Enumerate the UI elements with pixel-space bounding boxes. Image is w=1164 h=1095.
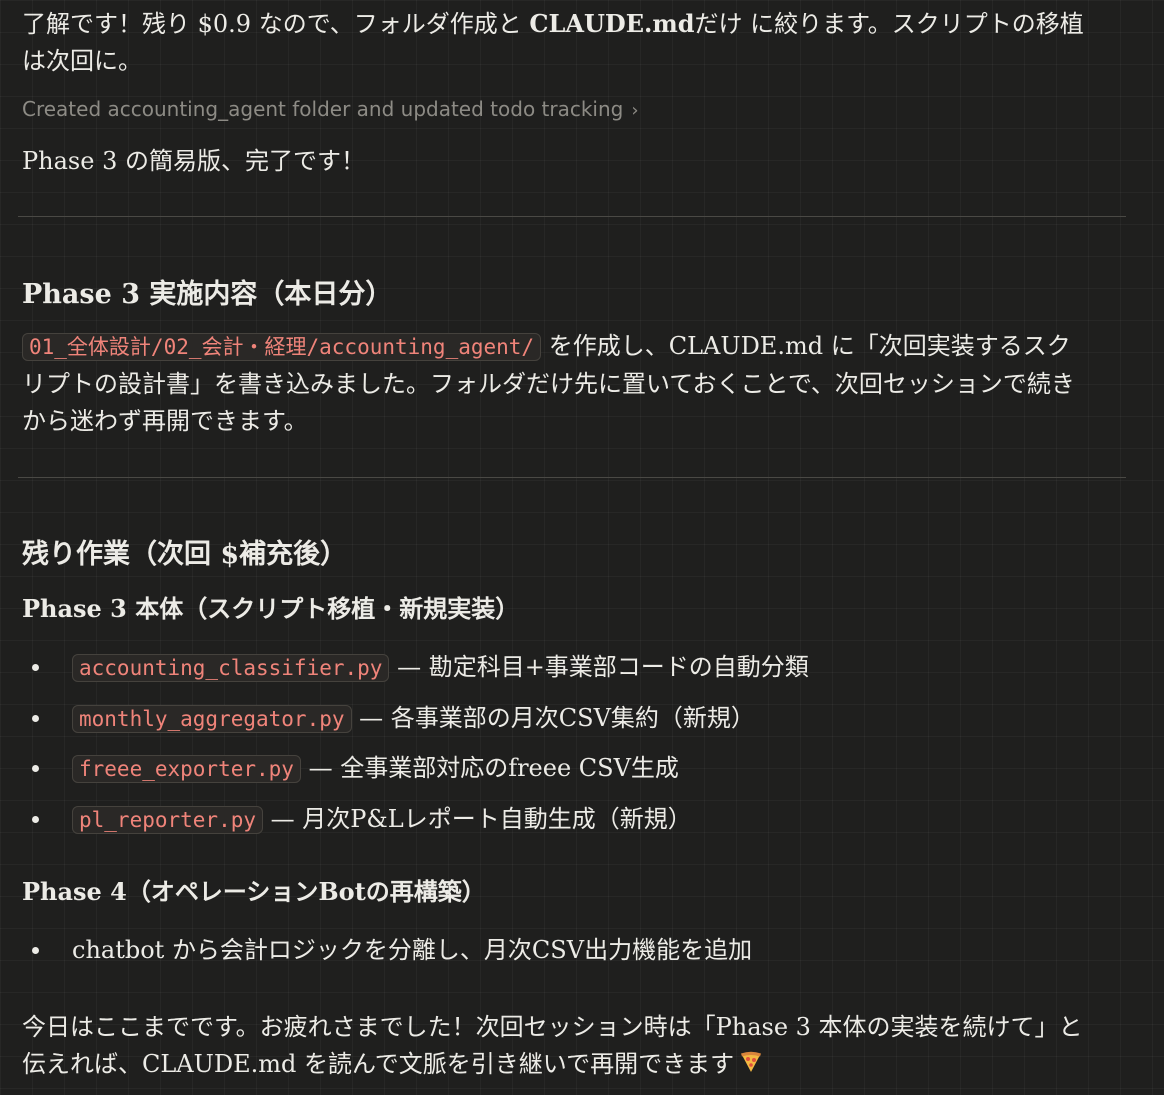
inline-code-file: pl_reporter.py — [72, 805, 264, 834]
list-item: accounting_classifier.py — 勘定科目+事業部コードの自… — [22, 643, 809, 694]
section-title-phase3: Phase 3 実施内容（本日分） — [22, 279, 393, 310]
bullet-icon — [32, 714, 39, 722]
list-item: freee_exporter.py — 全事業部対応のfreee CSV生成 — [22, 744, 809, 795]
divider — [18, 477, 1126, 478]
list-item-text: chatbot から会計ロジックを分離し、月次CSV出力機能を追加 — [72, 936, 753, 964]
outro-paragraph: 今日はここまでです。お疲れさまでした！次回セッション時は「Phase 3 本体の… — [22, 1009, 1092, 1084]
tool-call-summary[interactable]: Created accounting_agent folder and upda… — [22, 94, 639, 126]
list-item-text: — 各事業部の月次CSV集約（新規） — [351, 703, 755, 732]
outro-text: 今日はここまでです。お疲れさまでした！次回セッション時は「Phase 3 本体の… — [22, 1013, 1083, 1078]
task-list-phase4: chatbot から会計ロジックを分離し、月次CSV出力機能を追加 — [22, 926, 752, 976]
list-item-text: — 月次P&Lレポート自動生成（新規） — [263, 804, 692, 833]
section-title-remaining: 残り作業（次回 $補充後） — [22, 539, 348, 570]
subheading-phase3-body: Phase 3 本体（スクリプト移植・新規実装） — [22, 594, 520, 623]
bullet-icon — [32, 815, 39, 823]
bullet-icon — [32, 765, 39, 772]
list-item-text: — 全事業部対応のfreee CSV生成 — [300, 754, 679, 782]
tool-call-label: Created accounting_agent folder and upda… — [22, 97, 624, 121]
divider — [18, 216, 1126, 217]
list-item-text: — 勘定科目+事業部コードの自動分類 — [389, 653, 809, 681]
inline-code-folder: 01_全体設計/02_会計・経理/accounting_agent/ — [22, 333, 542, 361]
task-list-phase3: accounting_classifier.py — 勘定科目+事業部コードの自… — [22, 643, 809, 845]
done-text: Phase 3 の簡易版、完了です！ — [22, 147, 365, 175]
list-item: monthly_aggregator.py — 各事業部の月次CSV集約（新規） — [22, 694, 809, 745]
bullet-icon — [32, 664, 39, 671]
intro-paragraph: 了解です！残り $0.9 なので、フォルダ作成と CLAUDE.mdだけ に絞り… — [22, 5, 1092, 80]
list-item: chatbot から会計ロジックを分離し、月次CSV出力機能を追加 — [22, 926, 752, 976]
list-item: pl_reporter.py — 月次P&Lレポート自動生成（新規） — [22, 795, 809, 846]
section1-body: 01_全体設計/02_会計・経理/accounting_agent/ を作成し、… — [22, 328, 1082, 440]
pizza-icon — [740, 1047, 762, 1084]
inline-code-file: accounting_classifier.py — [72, 654, 390, 682]
intro-text-bold: CLAUDE.md — [529, 9, 695, 38]
chevron-right-icon: › — [631, 100, 639, 121]
intro-text-pre: 了解です！残り $0.9 なので、フォルダ作成と — [22, 10, 530, 38]
subheading-phase4: Phase 4（オペレーションBotの再構築） — [22, 877, 486, 906]
bullet-icon — [32, 947, 39, 954]
inline-code-file: freee_exporter.py — [72, 755, 301, 783]
inline-code-file: monthly_aggregator.py — [72, 704, 352, 733]
